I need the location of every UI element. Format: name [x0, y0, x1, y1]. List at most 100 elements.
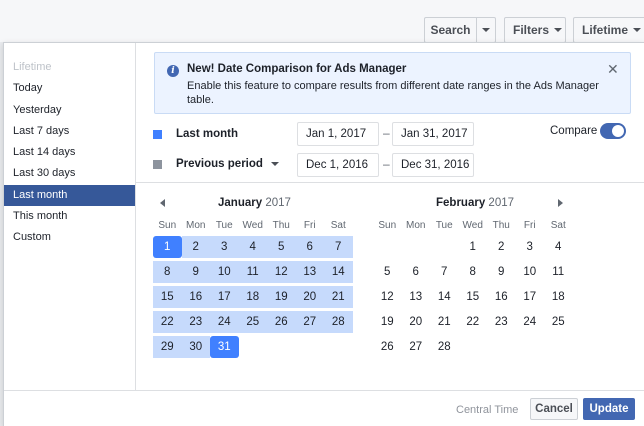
preset-this-month[interactable]: This month: [4, 206, 135, 227]
day-cell[interactable]: 27: [402, 336, 431, 358]
day-cell[interactable]: 9: [487, 261, 516, 283]
filters-button[interactable]: Filters: [504, 17, 566, 43]
day-cell[interactable]: 3: [516, 236, 545, 258]
day-cell[interactable]: 21: [324, 286, 353, 308]
preset-today[interactable]: Today: [4, 78, 135, 99]
day-cell[interactable]: 7: [430, 261, 459, 283]
day-cell[interactable]: 21: [430, 311, 459, 333]
day-cell[interactable]: 25: [238, 311, 267, 333]
day-cell[interactable]: 23: [487, 311, 516, 333]
cancel-button[interactable]: Cancel: [530, 398, 578, 420]
day-cell[interactable]: 1: [459, 236, 488, 258]
day-cell[interactable]: 26: [267, 311, 296, 333]
day-cell[interactable]: 24: [210, 311, 239, 333]
primary-end-date-input[interactable]: Jan 31, 2017: [392, 122, 474, 146]
chevron-down-icon: [554, 28, 563, 32]
day-cell[interactable]: 18: [238, 286, 267, 308]
day-cell[interactable]: 18: [544, 286, 573, 308]
empty-day-cell: [239, 336, 268, 358]
day-cell[interactable]: 10: [516, 261, 545, 283]
ads-manager-toolbar: Search Filters Lifetime: [0, 0, 644, 43]
date-range-button[interactable]: Lifetime: [573, 17, 644, 43]
day-cell[interactable]: 13: [402, 286, 431, 308]
day-cell[interactable]: 30: [181, 336, 210, 358]
day-cell[interactable]: 17: [516, 286, 545, 308]
calendar-1-month-title: January 2017: [218, 197, 291, 209]
day-cell[interactable]: 2: [487, 236, 516, 258]
week-row: 8 9 10 11 12 13 14: [153, 259, 353, 284]
preset-last-month[interactable]: Last month: [4, 184, 135, 207]
calendar-1-year: 2017: [265, 197, 291, 209]
comparison-end-date-input[interactable]: Dec 31, 2016: [392, 153, 474, 177]
primary-start-date-input[interactable]: Jan 1, 2017: [297, 122, 379, 146]
day-cell[interactable]: 16: [181, 286, 210, 308]
day-cell[interactable]: 28: [324, 311, 353, 333]
weekday-label: Tue: [435, 220, 453, 231]
primary-range-color-swatch: [153, 130, 162, 139]
weekday-label: Sun: [158, 220, 177, 231]
day-cell[interactable]: 22: [459, 311, 488, 333]
day-cell[interactable]: 26: [373, 336, 402, 358]
previous-month-arrow-icon[interactable]: [160, 199, 165, 207]
day-cell[interactable]: 16: [487, 286, 516, 308]
day-cell[interactable]: 28: [430, 336, 459, 358]
day-cell[interactable]: 11: [544, 261, 573, 283]
day-cell[interactable]: 13: [295, 261, 324, 283]
calendar-1-month: January: [218, 197, 263, 209]
preset-last-14-days[interactable]: Last 14 days: [4, 142, 135, 163]
day-cell[interactable]: 22: [153, 311, 182, 333]
comparison-start-date-input[interactable]: Dec 1, 2016: [297, 153, 379, 177]
day-cell[interactable]: 8: [153, 261, 182, 283]
day-cell[interactable]: 10: [210, 261, 239, 283]
date-range-label: Lifetime: [582, 23, 629, 37]
date-picker-footer: Central Time Cancel Update: [4, 390, 644, 426]
day-cell[interactable]: 7: [324, 236, 353, 258]
search-dropdown-button[interactable]: [476, 17, 496, 43]
calendar-february: Sun Mon Tue Wed Thu Fri Sat 1 2 3 4 5 6 7 8 9 10 11 12 13 14…: [373, 218, 573, 359]
day-cell[interactable]: 31: [210, 336, 239, 358]
day-cell[interactable]: 15: [459, 286, 488, 308]
day-cell[interactable]: 15: [153, 286, 182, 308]
day-cell[interactable]: 4: [544, 236, 573, 258]
day-cell[interactable]: 25: [544, 311, 573, 333]
day-cell[interactable]: 17: [210, 286, 239, 308]
day-cell[interactable]: 12: [267, 261, 296, 283]
day-cell[interactable]: 9: [181, 261, 210, 283]
day-cell[interactable]: 20: [295, 286, 324, 308]
day-cell[interactable]: 5: [373, 261, 402, 283]
day-cell[interactable]: 19: [267, 286, 296, 308]
day-cell[interactable]: 29: [153, 336, 182, 358]
day-cell[interactable]: 5: [267, 236, 296, 258]
empty-day-cell: [402, 236, 431, 258]
comparison-period-dropdown[interactable]: Previous period: [176, 158, 279, 170]
weekday-label: Fri: [303, 220, 316, 231]
update-button[interactable]: Update: [583, 398, 635, 420]
day-cell[interactable]: 4: [238, 236, 267, 258]
search-button[interactable]: Search: [424, 17, 476, 43]
day-cell[interactable]: 11: [238, 261, 267, 283]
day-cell[interactable]: 12: [373, 286, 402, 308]
preset-yesterday[interactable]: Yesterday: [4, 100, 135, 121]
day-cell[interactable]: 8: [459, 261, 488, 283]
weekday-label: Wed: [462, 220, 483, 231]
day-cell[interactable]: 23: [181, 311, 210, 333]
empty-day-cell: [487, 336, 516, 358]
day-cell[interactable]: 2: [181, 236, 210, 258]
preset-last-7-days[interactable]: Last 7 days: [4, 121, 135, 142]
day-cell[interactable]: 6: [295, 236, 324, 258]
day-cell[interactable]: 6: [402, 261, 431, 283]
preset-custom[interactable]: Custom: [4, 227, 135, 248]
next-month-arrow-icon[interactable]: [558, 199, 563, 207]
day-cell[interactable]: 27: [295, 311, 324, 333]
day-cell[interactable]: 14: [324, 261, 353, 283]
close-icon[interactable]: ✕: [607, 62, 619, 76]
day-cell[interactable]: 20: [402, 311, 431, 333]
day-cell[interactable]: 3: [210, 236, 239, 258]
day-cell[interactable]: 1: [153, 236, 182, 258]
preset-last-30-days[interactable]: Last 30 days: [4, 163, 135, 184]
calendar-2-year: 2017: [488, 197, 515, 209]
day-cell[interactable]: 19: [373, 311, 402, 333]
day-cell[interactable]: 24: [516, 311, 545, 333]
day-cell[interactable]: 14: [430, 286, 459, 308]
compare-toggle[interactable]: [600, 123, 626, 139]
